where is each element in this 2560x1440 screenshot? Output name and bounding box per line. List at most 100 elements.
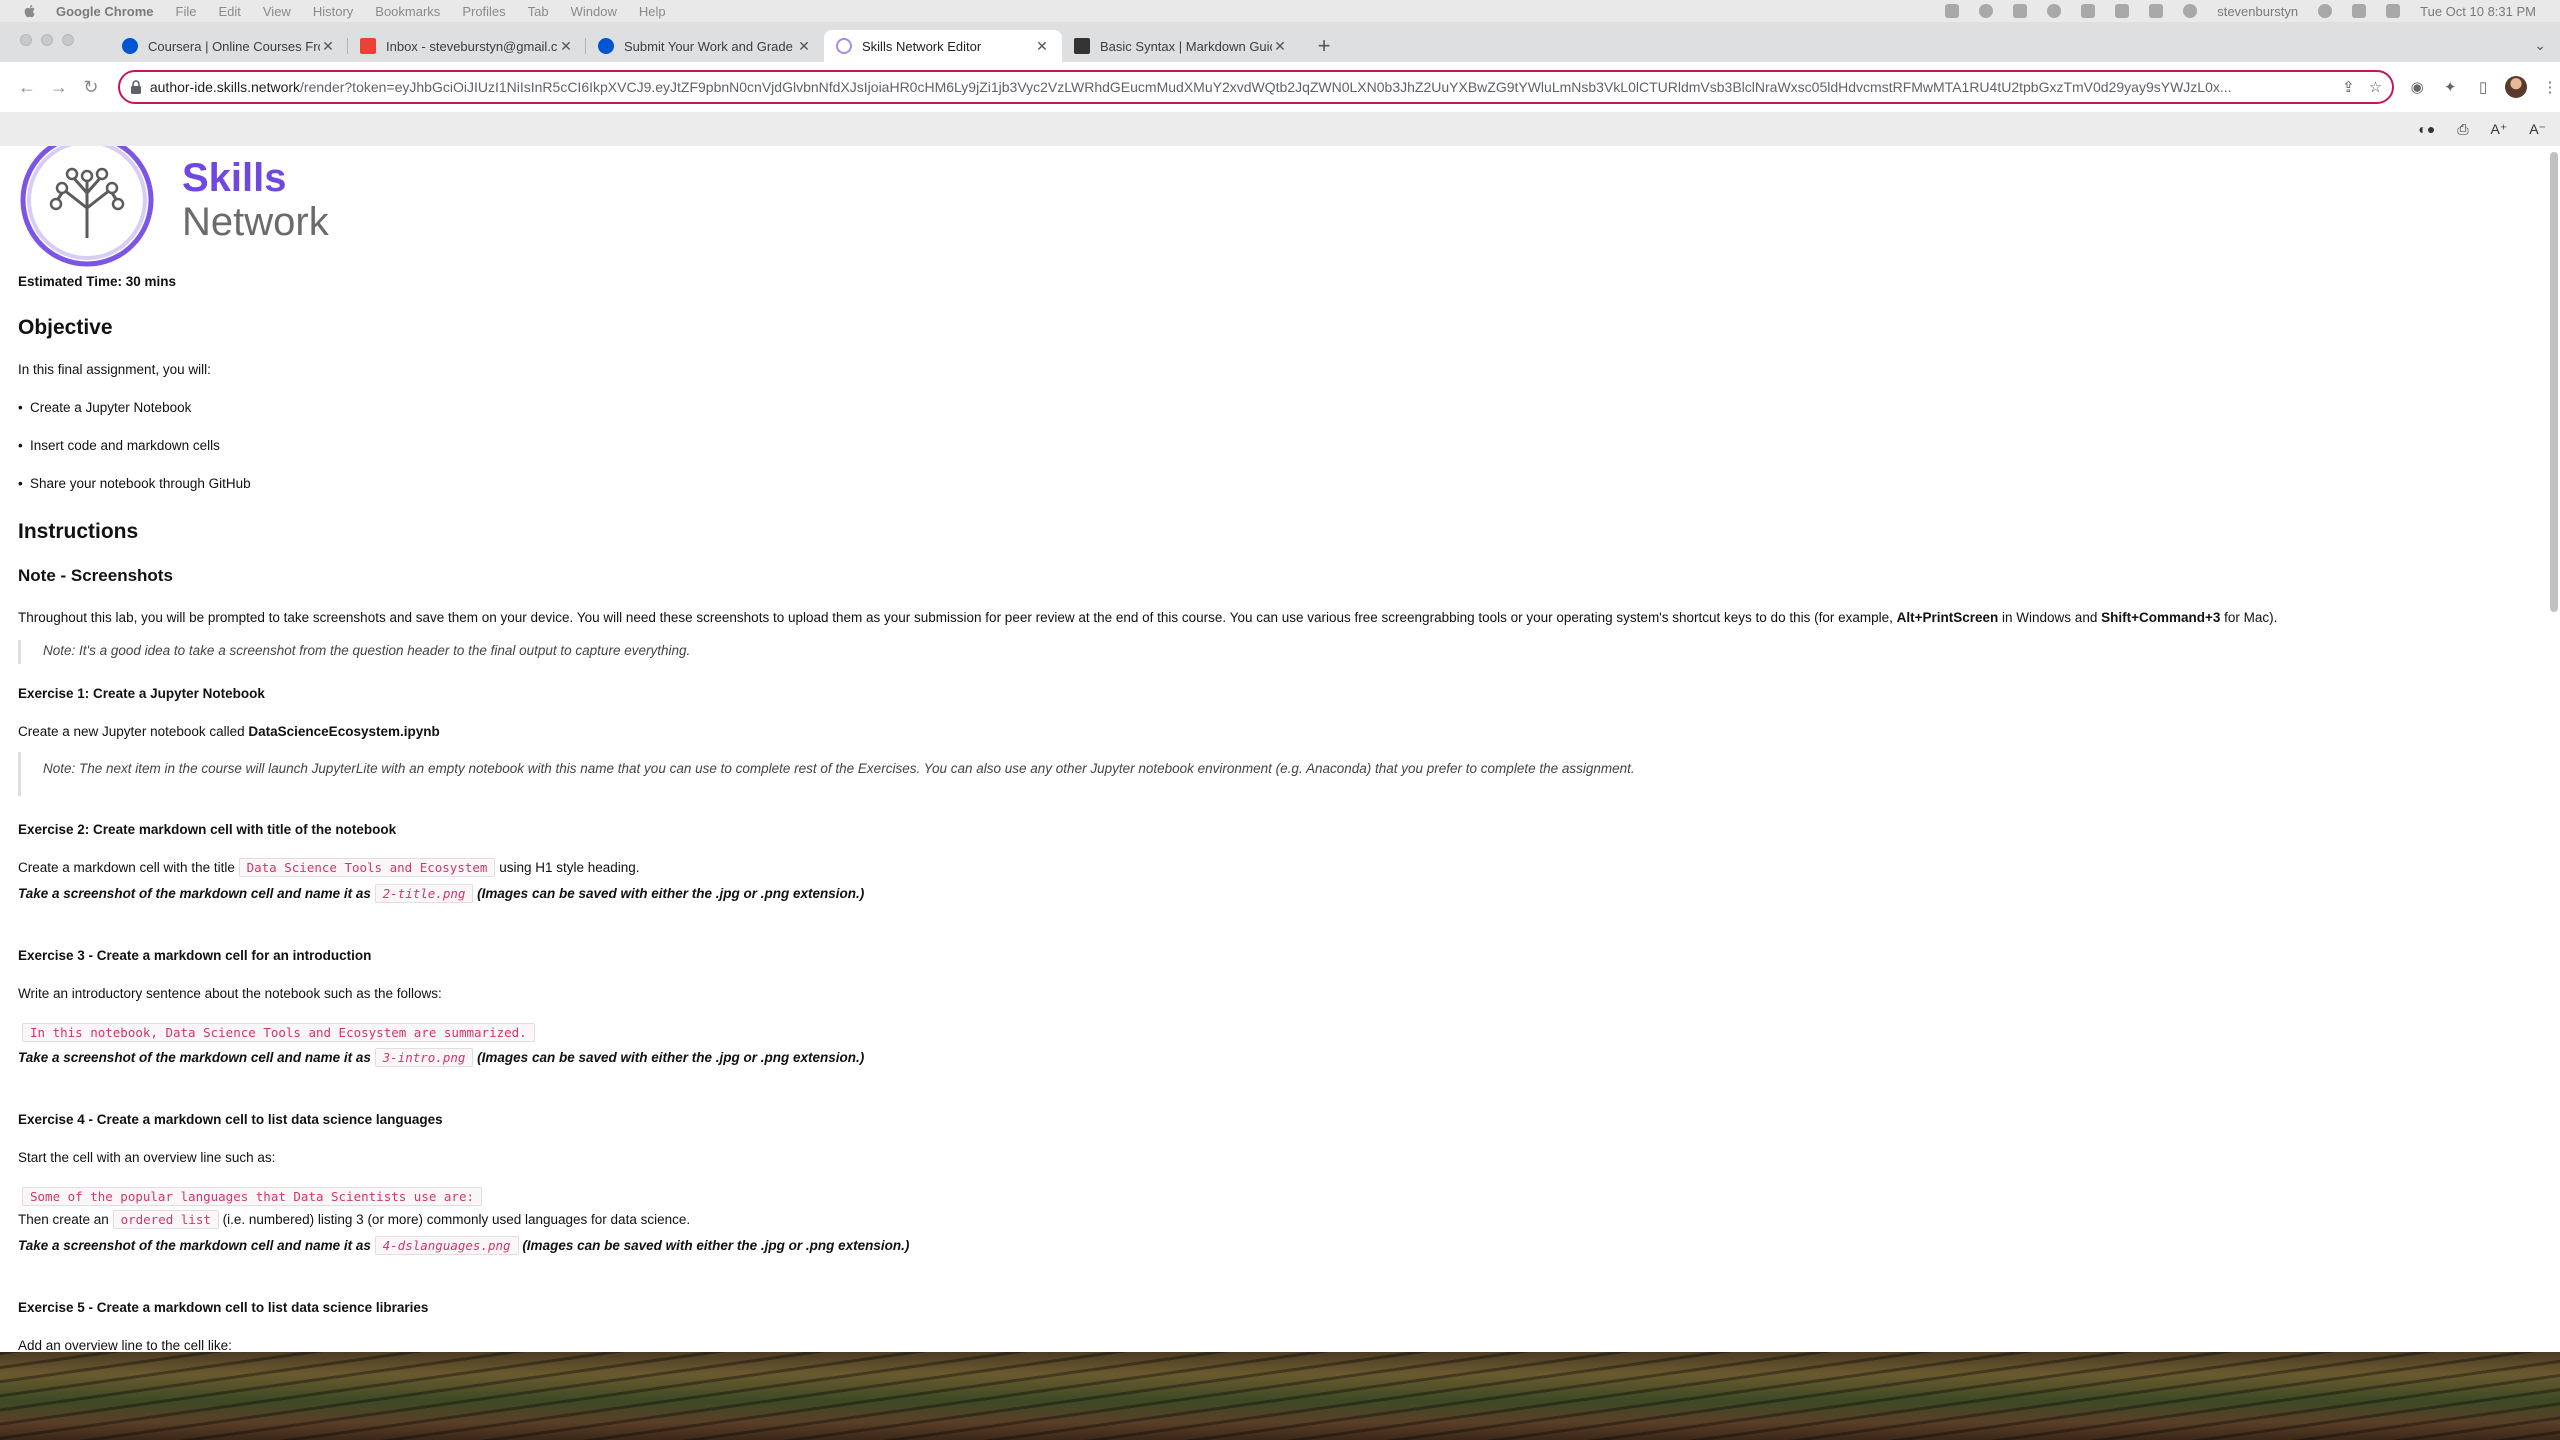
objective-item: Share your notebook through GitHub xyxy=(18,476,251,491)
close-tab-icon[interactable]: ✕ xyxy=(558,38,574,55)
exercise-1-text: Create a new Jupyter notebook called Dat… xyxy=(18,724,440,739)
inline-code: Data Science Tools and Ecosystem xyxy=(238,858,496,877)
menu-window[interactable]: Window xyxy=(571,4,617,19)
close-tab-icon[interactable]: ✕ xyxy=(796,38,812,55)
close-tab-icon[interactable]: ✕ xyxy=(1034,38,1050,55)
screenshot-prefix: Take a screenshot of the markdown cell a… xyxy=(18,1050,375,1065)
logo-word-skills: Skills xyxy=(182,156,287,200)
user-icon[interactable] xyxy=(2047,4,2062,18)
wifi-icon[interactable] xyxy=(2183,4,2198,18)
spotlight-search-icon[interactable] xyxy=(2318,4,2333,18)
instructions-heading: Instructions xyxy=(18,520,139,543)
minimize-window-button[interactable] xyxy=(41,34,53,46)
tab-markdown-guide[interactable]: Basic Syntax | Markdown Guid ✕ xyxy=(1062,30,1300,62)
menubar-clock[interactable]: Tue Oct 10 8:31 PM xyxy=(2420,4,2536,19)
close-tab-icon[interactable]: ✕ xyxy=(1272,38,1288,55)
logo-wordmark: Skills Network xyxy=(182,156,329,244)
extensions-puzzle-icon[interactable]: ✦ xyxy=(2440,77,2460,97)
menu-file[interactable]: File xyxy=(176,4,197,19)
decrease-font-icon[interactable]: A⁻ xyxy=(2529,121,2546,138)
markdown-icon xyxy=(1074,38,1090,54)
forward-button[interactable]: → xyxy=(44,72,74,102)
screenshot-suffix: (Images can be saved with either the .jp… xyxy=(473,886,865,901)
password-manager-icon[interactable] xyxy=(1979,4,1994,18)
menu-bookmarks[interactable]: Bookmarks xyxy=(375,4,440,19)
theme-toggle-icon[interactable]: ◐● xyxy=(2418,121,2435,137)
desktop-wallpaper xyxy=(0,1352,2560,1440)
exercise-5-heading: Exercise 5 - Create a markdown cell to l… xyxy=(18,1300,429,1315)
bookmark-star-icon[interactable]: ☆ xyxy=(2369,78,2382,96)
battery-icon[interactable] xyxy=(2149,4,2164,18)
skills-network-tree-icon xyxy=(20,146,154,267)
inline-code: 3-intro.png xyxy=(374,1048,474,1067)
exercise-2-instruction: using H1 style heading. xyxy=(495,860,640,875)
menu-tab[interactable]: Tab xyxy=(528,4,549,19)
password-extension-icon[interactable]: ◉ xyxy=(2407,77,2427,97)
screenshots-text: in Windows and xyxy=(1998,610,2102,625)
menu-view[interactable]: View xyxy=(263,4,291,19)
screenshot-prefix: Take a screenshot of the markdown cell a… xyxy=(18,1238,375,1253)
tab-skills-network-editor[interactable]: Skills Network Editor ✕ xyxy=(824,30,1062,62)
screenshots-text: Throughout this lab, you will be prompte… xyxy=(18,610,1897,625)
screenshot-suffix: (Images can be saved with either the .jp… xyxy=(473,1050,865,1065)
menu-edit[interactable]: Edit xyxy=(218,4,240,19)
tab-gmail-inbox[interactable]: Inbox - steveburstyn@gmail.c ✕ xyxy=(348,30,586,62)
exercise-2-instruction: Create a markdown cell with the title xyxy=(18,860,239,875)
vertical-scrollbar[interactable] xyxy=(2550,152,2558,612)
menu-profiles[interactable]: Profiles xyxy=(462,4,505,19)
url-text[interactable]: author-ide.skills.network/render?token=e… xyxy=(150,79,2328,95)
mac-shortcut: Shift+Command+3 xyxy=(2101,610,2221,625)
lock-icon[interactable] xyxy=(130,80,142,94)
control-center-icon[interactable] xyxy=(2352,4,2367,18)
tab-title: Submit Your Work and Grade xyxy=(624,38,793,54)
siri-icon[interactable] xyxy=(2386,4,2401,18)
close-tab-icon[interactable]: ✕ xyxy=(320,38,336,55)
url-host: author-ide.skills.network xyxy=(149,79,301,95)
url-path: /render?token=eyJhbGciOiJIUzI1NiIsInR5cC… xyxy=(300,79,2232,95)
address-bar[interactable]: author-ide.skills.network/render?token=e… xyxy=(117,70,2395,104)
menubar-username[interactable]: stevenburstyn xyxy=(2217,4,2298,19)
exercise-1-heading: Exercise 1: Create a Jupyter Notebook xyxy=(18,686,265,701)
tab-submit-work[interactable]: Submit Your Work and Grade ✕ xyxy=(586,30,824,62)
maximize-window-button[interactable] xyxy=(62,34,74,46)
back-button[interactable]: ← xyxy=(12,72,42,102)
exercise-5-text: Add an overview line to the cell like: xyxy=(18,1338,232,1352)
new-tab-button[interactable]: + xyxy=(1306,30,1342,62)
chrome-menu-icon[interactable]: ⋮ xyxy=(2540,77,2560,97)
close-window-button[interactable] xyxy=(20,34,32,46)
code-example: In this notebook, Data Science Tools and… xyxy=(22,1023,535,1042)
menu-history[interactable]: History xyxy=(313,4,353,19)
share-icon[interactable]: ⇪ xyxy=(2342,78,2355,96)
browser-tab-strip: Coursera | Online Courses Fro ✕ Inbox - … xyxy=(0,22,2560,62)
skills-network-logo: Skills Network xyxy=(16,146,329,268)
print-icon[interactable]: ⎙ xyxy=(2457,121,2468,138)
coursera-icon xyxy=(598,38,614,54)
increase-font-icon[interactable]: A⁺ xyxy=(2491,121,2508,138)
logo-word-network: Network xyxy=(182,200,329,244)
screenshot-instruction: Take a screenshot of the markdown cell a… xyxy=(18,1048,865,1067)
app-menu[interactable]: Google Chrome xyxy=(56,4,154,19)
tab-search-icon[interactable]: ⌄ xyxy=(2534,37,2546,54)
exercise-4-heading: Exercise 4 - Create a markdown cell to l… xyxy=(18,1112,443,1127)
screenshots-paragraph: Throughout this lab, you will be prompte… xyxy=(18,610,2277,625)
profile-avatar[interactable] xyxy=(2505,76,2528,98)
exercise-4-text: Start the cell with an overview line suc… xyxy=(18,1150,276,1165)
menu-help[interactable]: Help xyxy=(639,4,666,19)
screenshot-instruction: Take a screenshot of the markdown cell a… xyxy=(18,1236,910,1255)
tab-title: Basic Syntax | Markdown Guid xyxy=(1100,38,1272,54)
volume-icon[interactable] xyxy=(2081,4,2096,18)
inline-code: 2-title.png xyxy=(374,884,474,903)
code-example: Some of the popular languages that Data … xyxy=(22,1187,483,1206)
tab-coursera[interactable]: Coursera | Online Courses Fro ✕ xyxy=(110,30,348,62)
tab-title: Coursera | Online Courses Fro xyxy=(148,38,320,54)
screenshot-suffix: (Images can be saved with either the .jp… xyxy=(518,1238,910,1253)
screenshot-prefix: Take a screenshot of the markdown cell a… xyxy=(18,886,375,901)
gmail-icon xyxy=(360,38,376,54)
display-icon[interactable] xyxy=(2013,4,2028,18)
objective-item: Create a Jupyter Notebook xyxy=(18,400,191,415)
reload-button[interactable]: ↻ xyxy=(76,72,106,102)
creative-cloud-icon[interactable] xyxy=(1945,4,1960,18)
bluetooth-icon[interactable] xyxy=(2115,4,2130,18)
apple-icon[interactable] xyxy=(22,3,38,19)
side-panel-icon[interactable]: ▯ xyxy=(2473,77,2493,97)
